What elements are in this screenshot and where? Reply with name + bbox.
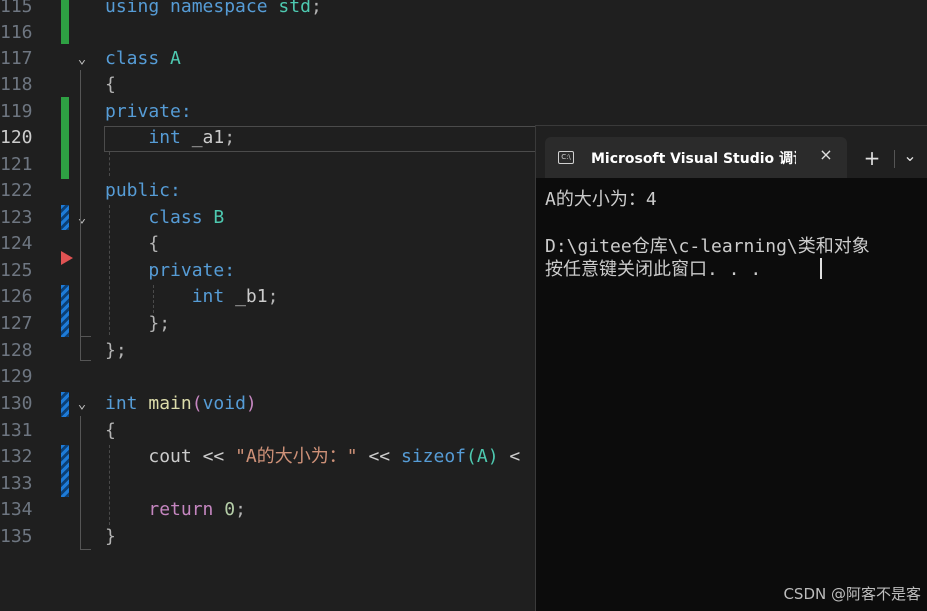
code-line: 118 { (0, 72, 927, 99)
chevron-down-icon[interactable]: ⌄ (898, 144, 922, 168)
line-number: 120 (0, 127, 33, 148)
code-text[interactable]: class A (105, 46, 181, 73)
operator-token: << (202, 446, 225, 467)
code-text[interactable]: { (105, 418, 116, 445)
operator-token: << (368, 446, 391, 467)
watermark: CSDN @阿客不是客 (783, 585, 921, 603)
number-literal-token: 0 (224, 499, 236, 520)
line-number: 123 (0, 207, 33, 228)
keyword-token: int (105, 393, 138, 414)
line-number: 128 (0, 340, 33, 361)
titlebar-divider (894, 150, 895, 168)
keyword-token: return (148, 499, 214, 520)
punctuation-token: { (148, 233, 160, 254)
code-text[interactable]: private: (105, 99, 192, 126)
keyword-token: public: (105, 180, 181, 201)
console-output-line: 按任意键关闭此窗口. . . (545, 259, 762, 280)
keyword-token: using (105, 0, 160, 17)
punctuation-token: }; (105, 340, 127, 361)
text-cursor (820, 258, 822, 279)
string-literal-token: "A的大小为：" (235, 446, 358, 467)
code-line: 115 using namespace std; (0, 0, 927, 21)
line-number: 119 (0, 101, 33, 122)
punctuation-token: ( (191, 393, 203, 414)
line-number: 131 (0, 420, 33, 441)
identifier-token: _b1 (235, 286, 268, 307)
console-titlebar[interactable]: C:\ Microsoft Visual Studio 调试控 × + ⌄ (536, 126, 927, 178)
code-line: 117 class A (0, 46, 927, 73)
code-text[interactable]: return 0; (105, 497, 246, 524)
punctuation-token: ) (245, 393, 257, 414)
identifier-token: _a1 (191, 127, 225, 148)
code-text[interactable]: class B (105, 205, 224, 232)
console-tab-title: Microsoft Visual Studio 调试控 (591, 151, 796, 167)
code-text[interactable]: cout << "A的大小为：" << sizeof(A) < (105, 444, 520, 471)
terminal-icon: C:\ (558, 151, 574, 164)
identifier-token: cout (148, 446, 192, 467)
console-tab[interactable]: C:\ Microsoft Visual Studio 调试控 × (545, 137, 847, 178)
code-text[interactable]: { (105, 72, 116, 99)
line-number: 115 (0, 0, 33, 17)
code-text[interactable]: { (105, 231, 159, 258)
function-name-token: main (148, 393, 192, 414)
line-number: 130 (0, 393, 33, 414)
code-text[interactable]: using namespace std; (105, 0, 322, 21)
line-number: 129 (0, 366, 33, 387)
line-number: 135 (0, 526, 33, 547)
keyword-token: class (148, 207, 203, 228)
punctuation-token: ; (267, 286, 279, 307)
line-number: 116 (0, 22, 33, 43)
code-text[interactable]: int main(void) (105, 391, 257, 418)
debug-console-window[interactable]: C:\ Microsoft Visual Studio 调试控 × + ⌄ A的… (535, 125, 927, 611)
punctuation-token: } (105, 526, 116, 547)
code-text[interactable]: }; (105, 311, 170, 338)
code-line: 116 (0, 20, 927, 47)
line-number: 125 (0, 260, 33, 281)
class-name-token: A (170, 48, 181, 69)
punctuation-token: { (105, 74, 116, 95)
keyword-token: sizeof (400, 446, 467, 467)
line-number: 132 (0, 446, 33, 467)
console-output-line: A的大小为：4 (545, 189, 657, 210)
line-number: 121 (0, 154, 33, 175)
punctuation-token: { (105, 420, 116, 441)
identifier-token: std (278, 0, 311, 17)
code-text[interactable]: }; (105, 338, 127, 365)
line-number: 134 (0, 499, 33, 520)
punctuation-token: }; (148, 313, 171, 334)
class-name-token: B (213, 207, 225, 228)
operator-token: < (509, 446, 521, 467)
line-number: 124 (0, 233, 33, 254)
code-text[interactable]: int _a1; (105, 125, 235, 152)
punctuation-token: ; (224, 127, 236, 148)
keyword-token: private: (105, 101, 192, 122)
keyword-token: namespace (170, 0, 268, 17)
keyword-token: private: (148, 260, 236, 281)
code-text[interactable]: int _b1; (105, 284, 279, 311)
line-number: 122 (0, 180, 33, 201)
code-text[interactable]: private: (105, 258, 235, 285)
line-number: 117 (0, 48, 33, 69)
line-number: 126 (0, 286, 33, 307)
keyword-token: int (191, 286, 225, 307)
line-number: 133 (0, 473, 33, 494)
new-tab-icon[interactable]: + (860, 146, 884, 170)
punctuation-token: ; (310, 0, 322, 17)
keyword-token: void (202, 393, 246, 414)
close-icon[interactable]: × (817, 146, 835, 164)
identifier-token: (A) (466, 446, 499, 467)
code-text[interactable]: public: (105, 178, 181, 205)
console-output-line: D:\gitee仓库\c-learning\类和对象 (545, 236, 870, 257)
code-line: 119 private: (0, 99, 927, 126)
code-text[interactable]: } (105, 524, 116, 551)
keyword-token: class (105, 48, 160, 69)
line-number: 118 (0, 74, 33, 95)
line-number: 127 (0, 313, 33, 334)
keyword-token: int (148, 127, 181, 148)
punctuation-token: ; (235, 499, 246, 520)
